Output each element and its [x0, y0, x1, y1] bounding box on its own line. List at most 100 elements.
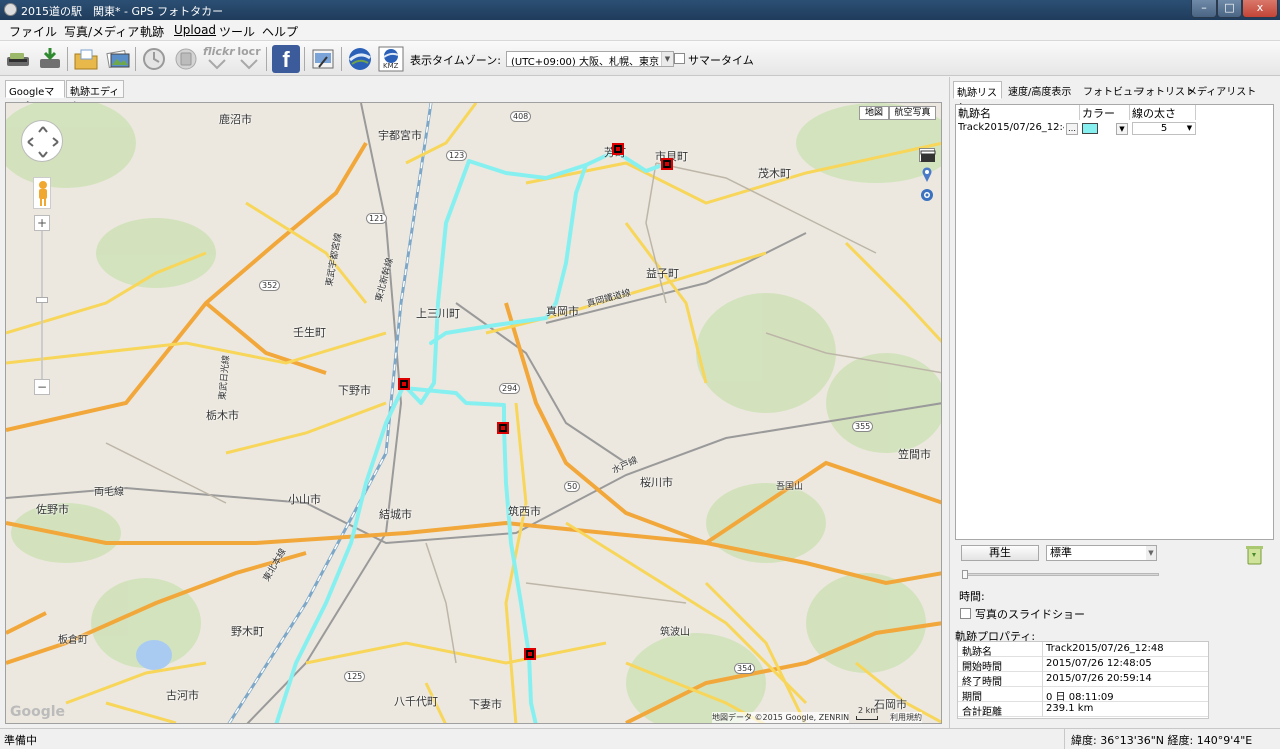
- road-shield: 294: [499, 383, 521, 394]
- dst-label: サマータイム: [688, 54, 754, 67]
- terms-link[interactable]: 利用規約: [890, 712, 922, 723]
- zoom-slider-track[interactable]: [41, 231, 43, 379]
- waypoint-marker[interactable]: [661, 158, 673, 170]
- playback-slider-handle[interactable]: [962, 570, 968, 579]
- waypoint-marker[interactable]: [497, 422, 509, 434]
- chevron-down-icon[interactable]: ▼: [1184, 123, 1195, 134]
- waypoint-marker[interactable]: [398, 378, 410, 390]
- prop-key: 合計距離: [962, 707, 1002, 718]
- road-shield: 408: [510, 111, 532, 122]
- map-label: 真岡市: [546, 305, 579, 318]
- app-icon[interactable]: [4, 3, 17, 16]
- locr-button[interactable]: locr: [235, 45, 263, 73]
- pegman-icon[interactable]: [33, 177, 51, 209]
- kmz-label: KMZ: [383, 62, 399, 70]
- minimize-button[interactable]: –: [1191, 0, 1217, 18]
- flickr-button[interactable]: flickr: [203, 45, 235, 73]
- zoom-out-button[interactable]: −: [34, 379, 50, 395]
- menu-file[interactable]: ファイル: [9, 23, 57, 40]
- map-label: 小山市: [288, 493, 321, 506]
- map-label: 両毛線: [94, 487, 124, 498]
- map-label: 石岡市: [874, 698, 907, 711]
- facebook-icon[interactable]: f: [272, 45, 300, 73]
- menu-help[interactable]: ヘルプ: [262, 23, 298, 40]
- zoom-slider-handle[interactable]: [36, 297, 48, 303]
- column-header-name[interactable]: 軌跡名: [956, 105, 1080, 120]
- map-label: 結城市: [379, 508, 412, 521]
- close-button[interactable]: x: [1242, 0, 1278, 18]
- tab-track-editor[interactable]: 軌跡エディタ: [66, 80, 124, 113]
- zoom-in-button[interactable]: +: [34, 215, 50, 231]
- track-name-ellipsis-button[interactable]: …: [1066, 123, 1078, 135]
- google-logo: Google: [10, 704, 66, 720]
- map-pin-icon[interactable]: [921, 167, 933, 183]
- tab-google-map[interactable]: Googleマップ: [5, 80, 65, 113]
- prop-row-end: 終了時間 2015/07/26 20:59:14: [958, 672, 1208, 688]
- playback-slider[interactable]: [963, 573, 1159, 576]
- dst-checkbox[interactable]: [674, 53, 685, 64]
- maximize-button[interactable]: □: [1217, 0, 1242, 18]
- map-type-satellite[interactable]: 航空写真: [889, 106, 936, 120]
- road-shield: 354: [734, 663, 756, 674]
- pan-control[interactable]: [21, 120, 63, 162]
- track-color-swatch[interactable]: [1082, 123, 1098, 134]
- window-title: 2015道の駅 関東* - GPS フォトタカー: [21, 5, 224, 18]
- chevron-down-icon[interactable]: ▼: [1146, 546, 1156, 560]
- prop-value[interactable]: Track2015/07/26_12:48: [1046, 643, 1164, 654]
- prop-key: 期間: [962, 692, 982, 703]
- gps-device-icon[interactable]: [4, 45, 32, 73]
- prop-key: 開始時間: [962, 662, 1002, 673]
- menu-bar: ファイル 写真/メディア 軌跡 Upload ツール ヘルプ: [0, 20, 1280, 41]
- tab-speed-altitude[interactable]: 速度/高度表示: [1005, 81, 1074, 99]
- target-icon[interactable]: [920, 188, 934, 202]
- photos-icon[interactable]: [104, 45, 132, 73]
- play-button[interactable]: 再生: [961, 545, 1039, 561]
- map-label: 上三川町: [416, 307, 460, 320]
- menu-track[interactable]: 軌跡: [140, 23, 164, 40]
- slideshow-label: 写真のスライドショー: [975, 608, 1085, 621]
- prop-value: 0 日 08:11:09: [1046, 692, 1114, 703]
- waypoint-marker[interactable]: [524, 648, 536, 660]
- menu-photo-media[interactable]: 写真/メディア: [64, 23, 139, 40]
- map-label: 栃木市: [206, 409, 239, 422]
- road-shield: 121: [366, 213, 388, 224]
- tab-track-list[interactable]: 軌跡リスト: [953, 81, 1002, 114]
- status-text: 準備中: [4, 734, 37, 747]
- road-shield: 352: [259, 280, 281, 291]
- chevron-down-icon[interactable]: ▼: [1116, 123, 1128, 135]
- map-type-roadmap[interactable]: 地図: [859, 106, 889, 120]
- save-icon[interactable]: [172, 45, 200, 73]
- title-bar: 2015道の駅 関東* - GPS フォトタカー – □ x: [0, 0, 1280, 20]
- kmz-export-icon[interactable]: KMZ: [377, 45, 405, 73]
- map-label: 鹿沼市: [219, 113, 252, 126]
- menu-tools[interactable]: ツール: [219, 23, 255, 40]
- speed-select[interactable]: 標準: [1046, 545, 1157, 561]
- map-view[interactable]: 鹿沼市 宇都宮市 市貝町 茂木町 上三川町 真岡市 益子町 壬生町 下野市 栃木…: [5, 102, 942, 724]
- open-folder-icon[interactable]: [72, 45, 100, 73]
- track-width-value: 5: [1160, 123, 1168, 134]
- time-sync-icon[interactable]: [140, 45, 168, 73]
- html-export-icon[interactable]: [309, 45, 337, 73]
- column-header-color[interactable]: カラー: [1080, 105, 1130, 120]
- google-earth-icon[interactable]: [346, 45, 374, 73]
- prop-row-start: 開始時間 2015/07/26 12:48:05: [958, 657, 1208, 673]
- track-name-cell[interactable]: Track2015/07/26_12:4: [958, 122, 1064, 136]
- status-bar: 準備中 緯度: 36°13'36"N 経度: 140°9'4"E: [0, 728, 1280, 749]
- import-gps-icon[interactable]: [36, 45, 64, 73]
- tab-media-list[interactable]: メディアリスト: [1184, 81, 1259, 99]
- map-label: 筑波山: [660, 627, 690, 638]
- timezone-value: (UTC+09:00) 大阪、札幌、東京: [511, 57, 660, 67]
- timezone-select[interactable]: (UTC+09:00) 大阪、札幌、東京 ▼: [506, 51, 674, 67]
- road-shield: 355: [852, 421, 874, 432]
- map-label: 野木町: [231, 625, 264, 638]
- speed-value: 標準: [1050, 546, 1072, 559]
- map-label: 筑西市: [508, 505, 541, 518]
- slideshow-checkbox[interactable]: [960, 608, 971, 619]
- road-shield: 125: [344, 671, 366, 682]
- clapper-icon[interactable]: [919, 148, 936, 162]
- waypoint-marker[interactable]: [612, 143, 624, 155]
- menu-upload[interactable]: Upload: [174, 23, 216, 37]
- trash-icon[interactable]: [1237, 544, 1271, 566]
- column-header-width[interactable]: 線の太さ: [1130, 105, 1196, 120]
- map-label: 宇都宮市: [378, 129, 422, 142]
